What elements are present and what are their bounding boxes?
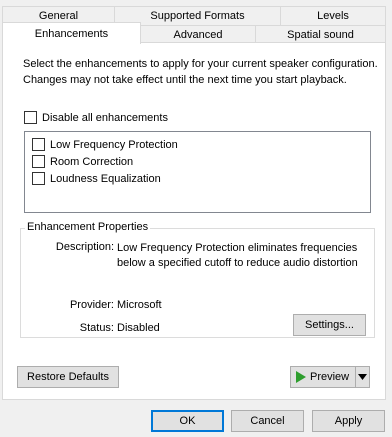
tab-general-label: General xyxy=(38,10,79,22)
preview-dropdown-button[interactable] xyxy=(355,366,370,388)
disable-all-checkbox-box[interactable] xyxy=(24,111,37,124)
enhancement-loudness-equalization[interactable]: Loudness Equalization xyxy=(32,172,161,185)
description-value: Low Frequency Protection eliminates freq… xyxy=(117,242,358,269)
tab-enhancements-label: Enhancements xyxy=(34,27,109,40)
enhancement-checkbox[interactable] xyxy=(32,172,45,185)
enhancement-label: Room Correction xyxy=(50,155,134,168)
enhancements-list[interactable]: Low Frequency Protection Room Correction… xyxy=(24,131,371,213)
provider-label: Provider: xyxy=(69,299,114,311)
status-value: Disabled xyxy=(117,322,160,334)
ok-button[interactable]: OK xyxy=(151,410,224,432)
cancel-label: Cancel xyxy=(250,415,285,427)
enhancement-properties-group: Enhancement Properties Description: Low … xyxy=(20,221,375,338)
ok-label: OK xyxy=(179,415,196,427)
tab-spatial-sound-label: Spatial sound xyxy=(287,28,354,41)
enhancement-label: Low Frequency Protection xyxy=(50,138,178,151)
disable-all-checkbox[interactable]: Disable all enhancements xyxy=(24,111,168,124)
settings-button-label: Settings... xyxy=(305,319,354,331)
intro-text: Select the enhancements to apply for you… xyxy=(23,58,378,86)
apply-label: Apply xyxy=(334,415,363,427)
enhancement-label: Loudness Equalization xyxy=(50,172,161,185)
disable-all-label: Disable all enhancements xyxy=(42,111,168,124)
tab-advanced-label: Advanced xyxy=(173,28,223,41)
cancel-button[interactable]: Cancel xyxy=(231,410,304,432)
restore-defaults-button[interactable]: Restore Defaults xyxy=(17,366,119,388)
chevron-down-icon xyxy=(358,374,367,380)
enhancement-properties-title: Enhancement Properties xyxy=(25,221,151,233)
enhancement-checkbox[interactable] xyxy=(32,138,45,151)
tab-spatial-sound[interactable]: Spatial sound xyxy=(255,25,386,43)
tab-levels-label: Levels xyxy=(317,10,349,22)
apply-button[interactable]: Apply xyxy=(312,410,385,432)
play-icon xyxy=(296,371,306,383)
enhancement-low-frequency-protection[interactable]: Low Frequency Protection xyxy=(32,138,178,151)
enhancement-checkbox[interactable] xyxy=(32,155,45,168)
description-label: Description: xyxy=(55,241,114,253)
tab-enhancements[interactable]: Enhancements xyxy=(2,22,141,44)
restore-defaults-label: Restore Defaults xyxy=(27,371,109,383)
enhancement-room-correction[interactable]: Room Correction xyxy=(32,155,133,168)
provider-value: Microsoft xyxy=(117,299,162,311)
status-label: Status: xyxy=(79,322,114,334)
enhancements-panel: Select the enhancements to apply for you… xyxy=(2,42,386,400)
preview-button[interactable]: Preview xyxy=(290,366,356,388)
tab-supported-formats-label: Supported Formats xyxy=(150,10,245,22)
settings-button[interactable]: Settings... xyxy=(293,314,366,336)
preview-label: Preview xyxy=(310,371,350,383)
tab-advanced[interactable]: Advanced xyxy=(140,25,256,43)
tab-levels[interactable]: Levels xyxy=(280,6,386,25)
